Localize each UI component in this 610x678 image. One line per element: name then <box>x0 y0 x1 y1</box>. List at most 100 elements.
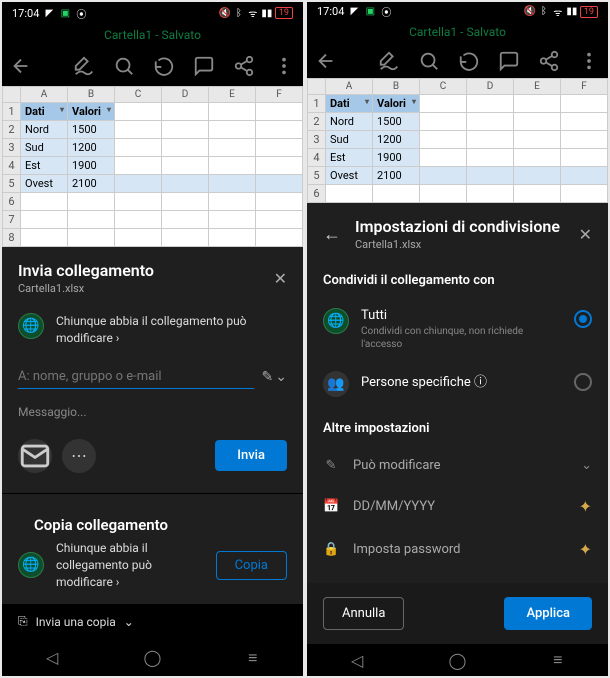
draw-icon[interactable] <box>378 50 400 72</box>
more-icon[interactable] <box>578 50 600 72</box>
bluetooth-icon: ᛒ <box>233 7 245 19</box>
can-edit-label: Può modificare <box>353 458 567 473</box>
can-edit-row[interactable]: ✎ Può modificare ⌄ <box>307 446 608 485</box>
panel-title: Impostazioni di condivisione <box>355 217 560 236</box>
cell[interactable]: 1900 <box>373 149 420 167</box>
date-placeholder: DD/MM/YYYY <box>353 499 565 514</box>
nav-home-icon[interactable]: ◯ <box>142 648 162 668</box>
pencil-icon: ✎ <box>323 458 339 473</box>
share-icon[interactable] <box>538 50 560 72</box>
cell[interactable]: 1900 <box>68 157 115 175</box>
radio-selected[interactable] <box>574 310 592 328</box>
premium-icon: ✦ <box>579 540 592 559</box>
comment-icon[interactable] <box>498 50 520 72</box>
whatsapp-icon: ▣ <box>364 6 376 18</box>
option-everyone[interactable]: 🌐 Tutti Condividi con chiunque, non rich… <box>307 298 608 361</box>
nav-recent-icon[interactable]: ≡ <box>548 650 568 670</box>
back-icon[interactable]: ← <box>323 224 341 245</box>
link-settings-row[interactable]: 🌐 Chiunque abbia il collegamento può mod… <box>2 303 303 357</box>
radio-unselected[interactable] <box>574 373 592 391</box>
cell[interactable]: 1500 <box>68 121 115 139</box>
globe-icon: 🌐 <box>18 552 44 578</box>
android-nav: ◁ ◯ ≡ <box>2 639 303 676</box>
chevron-down-icon: ⌄ <box>124 615 134 629</box>
col-header-valori[interactable]: Valori <box>373 95 420 113</box>
cell[interactable]: 1500 <box>373 113 420 131</box>
col-header-dati[interactable]: Dati <box>326 95 373 113</box>
permission-dropdown[interactable]: ✎ ⌄ <box>262 369 287 385</box>
more-apps-button[interactable]: ⋯ <box>62 439 96 473</box>
cell[interactable]: Ovest <box>21 175 68 193</box>
back-icon[interactable] <box>10 55 32 77</box>
more-icon[interactable] <box>273 55 295 77</box>
cell[interactable]: Sud <box>326 131 373 149</box>
send-copy-button[interactable]: ⎘ Invia una copia ⌄ <box>18 614 134 629</box>
signal-icon: ▮▮ <box>261 7 273 19</box>
recipient-input[interactable] <box>18 365 254 389</box>
notch-icon: ⦿ <box>380 6 392 18</box>
share-with-label: Condividi il collegamento con <box>307 259 608 298</box>
draw-icon[interactable] <box>73 55 95 77</box>
cell[interactable]: Nord <box>21 121 68 139</box>
lock-icon: 🔒 <box>323 542 339 557</box>
nav-back-icon[interactable]: ◁ <box>347 650 367 670</box>
col-header-valori[interactable]: Valori <box>68 103 115 121</box>
back-icon[interactable] <box>315 50 337 72</box>
nav-back-icon[interactable]: ◁ <box>42 648 62 668</box>
send-link-panel: Invia collegamento Cartella1.xlsx ✕ 🌐 Ch… <box>2 247 303 639</box>
phone-left: 17:04 ◤ ▣ ⦿ 🔇 ᛒ ᯤ ▮▮ 19 Cartella1 - Salv… <box>2 2 303 676</box>
people-icon: 👥 <box>323 371 349 397</box>
col-header-dati[interactable]: Dati <box>21 103 68 121</box>
close-icon[interactable]: ✕ <box>274 269 287 288</box>
option-specific-people[interactable]: 👥 Persone specifiche ⓘ <box>307 361 608 407</box>
copy-button[interactable]: Copia <box>216 551 287 580</box>
share-settings-panel: ← Impostazioni di condivisione Cartella1… <box>307 203 608 644</box>
cell[interactable]: Ovest <box>326 167 373 185</box>
calendar-icon: 📅 <box>323 499 339 514</box>
undo-icon[interactable] <box>458 50 480 72</box>
option-everyone-title: Tutti <box>361 308 562 323</box>
cell[interactable]: Sud <box>21 139 68 157</box>
battery-icon: 19 <box>580 6 598 18</box>
cell[interactable]: 2100 <box>68 175 115 193</box>
search-icon[interactable] <box>113 55 135 77</box>
panel-title: Invia collegamento <box>18 261 154 280</box>
nav-home-icon[interactable]: ◯ <box>447 650 467 670</box>
cancel-button[interactable]: Annulla <box>323 597 404 630</box>
undo-icon[interactable] <box>153 55 175 77</box>
send-button[interactable]: Invia <box>215 440 287 471</box>
option-everyone-sub: Condividi con chiunque, non richiede l'a… <box>361 325 562 351</box>
telegram-icon: ◤ <box>348 6 360 18</box>
expiry-date-row[interactable]: 📅 DD/MM/YYYY ✦ <box>307 485 608 528</box>
document-title: Cartella1 - Salvato <box>2 24 303 46</box>
cell[interactable]: Nord <box>326 113 373 131</box>
cell[interactable]: Est <box>326 149 373 167</box>
close-icon[interactable]: ✕ <box>579 225 592 244</box>
option-specific-title: Persone specifiche ⓘ <box>361 371 562 390</box>
comment-icon[interactable] <box>193 55 215 77</box>
spreadsheet[interactable]: ABCDEF 1DatiValori 2Nord1500 3Sud1200 4E… <box>2 86 303 247</box>
cell[interactable]: 1200 <box>68 139 115 157</box>
document-title: Cartella1 - Salvato <box>307 21 608 43</box>
panel-filename: Cartella1.xlsx <box>355 238 560 251</box>
android-nav: ◁ ◯ ≡ <box>307 644 608 676</box>
password-row[interactable]: 🔒 Imposta password ✦ <box>307 528 608 571</box>
telegram-icon: ◤ <box>43 7 55 19</box>
battery-icon: 19 <box>275 7 293 19</box>
message-input[interactable]: Messaggio... <box>2 397 303 427</box>
share-icon[interactable] <box>233 55 255 77</box>
cell[interactable]: 2100 <box>373 167 420 185</box>
outlook-button[interactable] <box>18 439 52 473</box>
pencil-icon: ✎ <box>262 369 274 385</box>
notch-icon: ⦿ <box>75 7 87 19</box>
apply-button[interactable]: Applica <box>504 597 592 630</box>
status-bar: 17:04 ◤ ▣ ⦿ 🔇 ᛒ ᯤ ▮▮ 19 <box>2 2 303 24</box>
copy-link-description: Chiunque abbia il collegamento può modif… <box>56 540 204 590</box>
cell[interactable]: Est <box>21 157 68 175</box>
cell[interactable]: 1200 <box>373 131 420 149</box>
attachment-icon: ⎘ <box>18 614 28 629</box>
password-placeholder: Imposta password <box>353 542 565 557</box>
search-icon[interactable] <box>418 50 440 72</box>
nav-recent-icon[interactable]: ≡ <box>243 648 263 668</box>
spreadsheet[interactable]: ABCDEF 1DatiValori 2Nord1500 3Sud1200 4E… <box>307 78 608 203</box>
